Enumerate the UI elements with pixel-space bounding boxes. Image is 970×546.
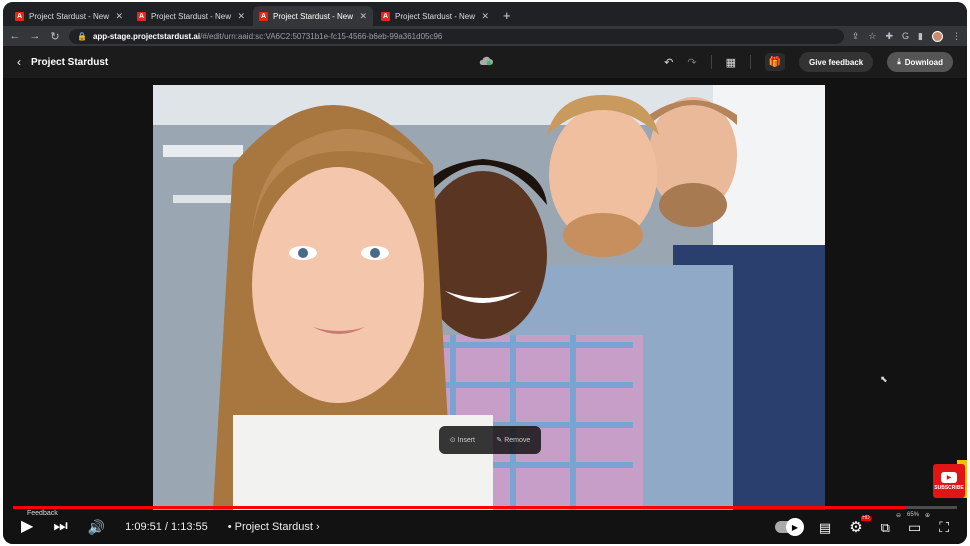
volume-icon[interactable]: 🔊 <box>88 520 105 534</box>
divider <box>710 55 712 69</box>
adobe-icon: A <box>15 11 24 21</box>
captions-icon[interactable]: ▤ <box>819 521 831 534</box>
layers-icon[interactable]: ▦ <box>726 56 736 69</box>
close-icon[interactable]: ✕ <box>115 11 123 22</box>
redo-icon[interactable]: ↷ <box>687 56 696 69</box>
chapter-button[interactable]: • Project Stardust › <box>228 521 320 533</box>
browser-toolbar: ← → ↻ 🔒 app-stage.projectstardust.ai/#/e… <box>3 26 967 46</box>
video-progress-fill <box>13 506 906 509</box>
download-icon: ⤓ <box>897 57 901 66</box>
hd-badge: HD <box>861 514 871 521</box>
profile-avatar[interactable] <box>932 30 943 42</box>
new-tab-button[interactable]: + <box>503 8 511 23</box>
insert-button[interactable]: ⊙ Insert <box>450 436 475 444</box>
remove-label: Remove <box>504 437 531 444</box>
play-icon: ▶ <box>785 518 804 536</box>
adobe-icon: A <box>137 11 146 21</box>
total-time: 1:13:55 <box>171 521 208 533</box>
miniplayer-icon[interactable]: ⧉ <box>881 521 890 534</box>
back-arrow-icon[interactable]: ← <box>9 30 21 42</box>
browser-tab-strip: A Project Stardust - New Project ✕ A Pro… <box>3 2 967 26</box>
video-controls-right: ▶ ▤ ⚙ HD ⧉ ▭ ⛶ <box>774 515 949 536</box>
give-feedback-button[interactable]: Give feedback <box>798 52 874 72</box>
autoplay-toggle[interactable]: ▶ <box>774 518 804 536</box>
remove-button[interactable]: ✎ Remove <box>496 436 530 444</box>
subscribe-button[interactable]: ▶ SUBSCRIBE <box>933 464 965 498</box>
divider <box>749 55 751 69</box>
browser-tab-4[interactable]: A Project Stardust - New Project ✕ <box>375 6 495 26</box>
address-bar[interactable]: 🔒 app-stage.projectstardust.ai/#/edit/ur… <box>69 28 844 44</box>
video-progress-bar[interactable] <box>13 506 957 509</box>
download-button[interactable]: ⤓ Download <box>887 52 953 72</box>
zoom-level: 65% <box>907 512 920 518</box>
adobe-icon: A <box>259 11 268 21</box>
settings-gear-icon[interactable]: ⚙ HD <box>849 515 871 535</box>
close-icon[interactable]: ✕ <box>237 11 245 22</box>
next-icon[interactable]: ⏭ <box>53 519 67 535</box>
screen: A Project Stardust - New Project ✕ A Pro… <box>3 2 967 544</box>
fullscreen-icon[interactable]: ⛶ <box>939 520 949 534</box>
close-icon[interactable]: ✕ <box>359 11 367 22</box>
subscribe-label: SUBSCRIBE <box>934 484 964 491</box>
app-title: Project Stardust <box>31 56 109 68</box>
reload-icon[interactable]: ↻ <box>49 30 61 43</box>
tab-title: Project Stardust - New Project <box>273 11 354 21</box>
menu-icon[interactable]: ⋮ <box>952 31 961 42</box>
adobe-icon: A <box>381 11 390 21</box>
chapter-title: Project Stardust <box>234 521 313 533</box>
theater-mode-icon[interactable]: ▭ <box>908 520 921 534</box>
share-icon[interactable]: ⇪ <box>852 31 860 42</box>
tab-title: Project Stardust - New Project <box>395 11 476 21</box>
video-time: 1:09:51 / 1:13:55 <box>125 521 208 533</box>
undo-icon[interactable]: ↶ <box>664 56 673 69</box>
app-header: ‹ Project Stardust ↶ ↷ ▦ 🎁 Give feedback… <box>3 46 967 78</box>
time-separator: / <box>161 521 172 533</box>
toolbar-icons: ⇪ ☆ ✚ G ▮ ⋮ <box>852 30 961 42</box>
youtube-logo-icon: ▶ <box>941 471 957 483</box>
url-path: /#/edit/urn:aaid:sc:VA6C2:50731b1e-fc15-… <box>200 31 443 41</box>
zoom-in-icon[interactable]: ⊕ <box>925 512 930 519</box>
browser-tab-1[interactable]: A Project Stardust - New Project ✕ <box>9 6 129 26</box>
video-controls: ▶ ⏭ 🔊 1:09:51 / 1:13:55 • Project Stardu… <box>3 512 967 542</box>
sidepanel-icon[interactable]: ▮ <box>918 31 923 42</box>
chevron-left-icon[interactable]: ‹ <box>17 55 21 69</box>
gift-icon[interactable]: 🎁 <box>764 53 785 71</box>
play-icon[interactable]: ▶ <box>21 519 33 535</box>
forward-arrow-icon[interactable]: → <box>29 30 41 42</box>
zoom-out-icon[interactable]: ⊖ <box>896 512 901 519</box>
insert-label: Insert <box>457 437 476 444</box>
browser-tab-3[interactable]: A Project Stardust - New Project ✕ <box>253 6 373 26</box>
extensions-icon[interactable]: ✚ <box>885 31 893 42</box>
mouse-cursor-icon: ⬉ <box>880 374 888 384</box>
lock-icon: 🔒 <box>77 31 87 41</box>
editor-canvas: ⬉ <box>3 78 967 544</box>
url-host: app-stage.projectstardust.ai <box>92 31 201 41</box>
current-time: 1:09:51 <box>125 521 162 533</box>
tab-title: Project Stardust - New Project <box>151 11 232 21</box>
generative-toolbar: ⊙ Insert ✎ Remove <box>439 426 541 454</box>
cloud-sync-icon <box>479 56 493 66</box>
zoom-controls: ⊖ 65% ⊕ <box>896 512 930 519</box>
close-icon[interactable]: ✕ <box>481 11 489 22</box>
grammarly-icon[interactable]: G <box>902 31 909 41</box>
star-icon[interactable]: ☆ <box>868 31 876 42</box>
tab-title: Project Stardust - New Project <box>29 11 110 21</box>
browser-tab-2[interactable]: A Project Stardust - New Project ✕ <box>131 6 251 26</box>
header-actions: ↶ ↷ ▦ 🎁 Give feedback ⤓ Download <box>664 52 953 72</box>
download-label: Download <box>904 57 943 67</box>
